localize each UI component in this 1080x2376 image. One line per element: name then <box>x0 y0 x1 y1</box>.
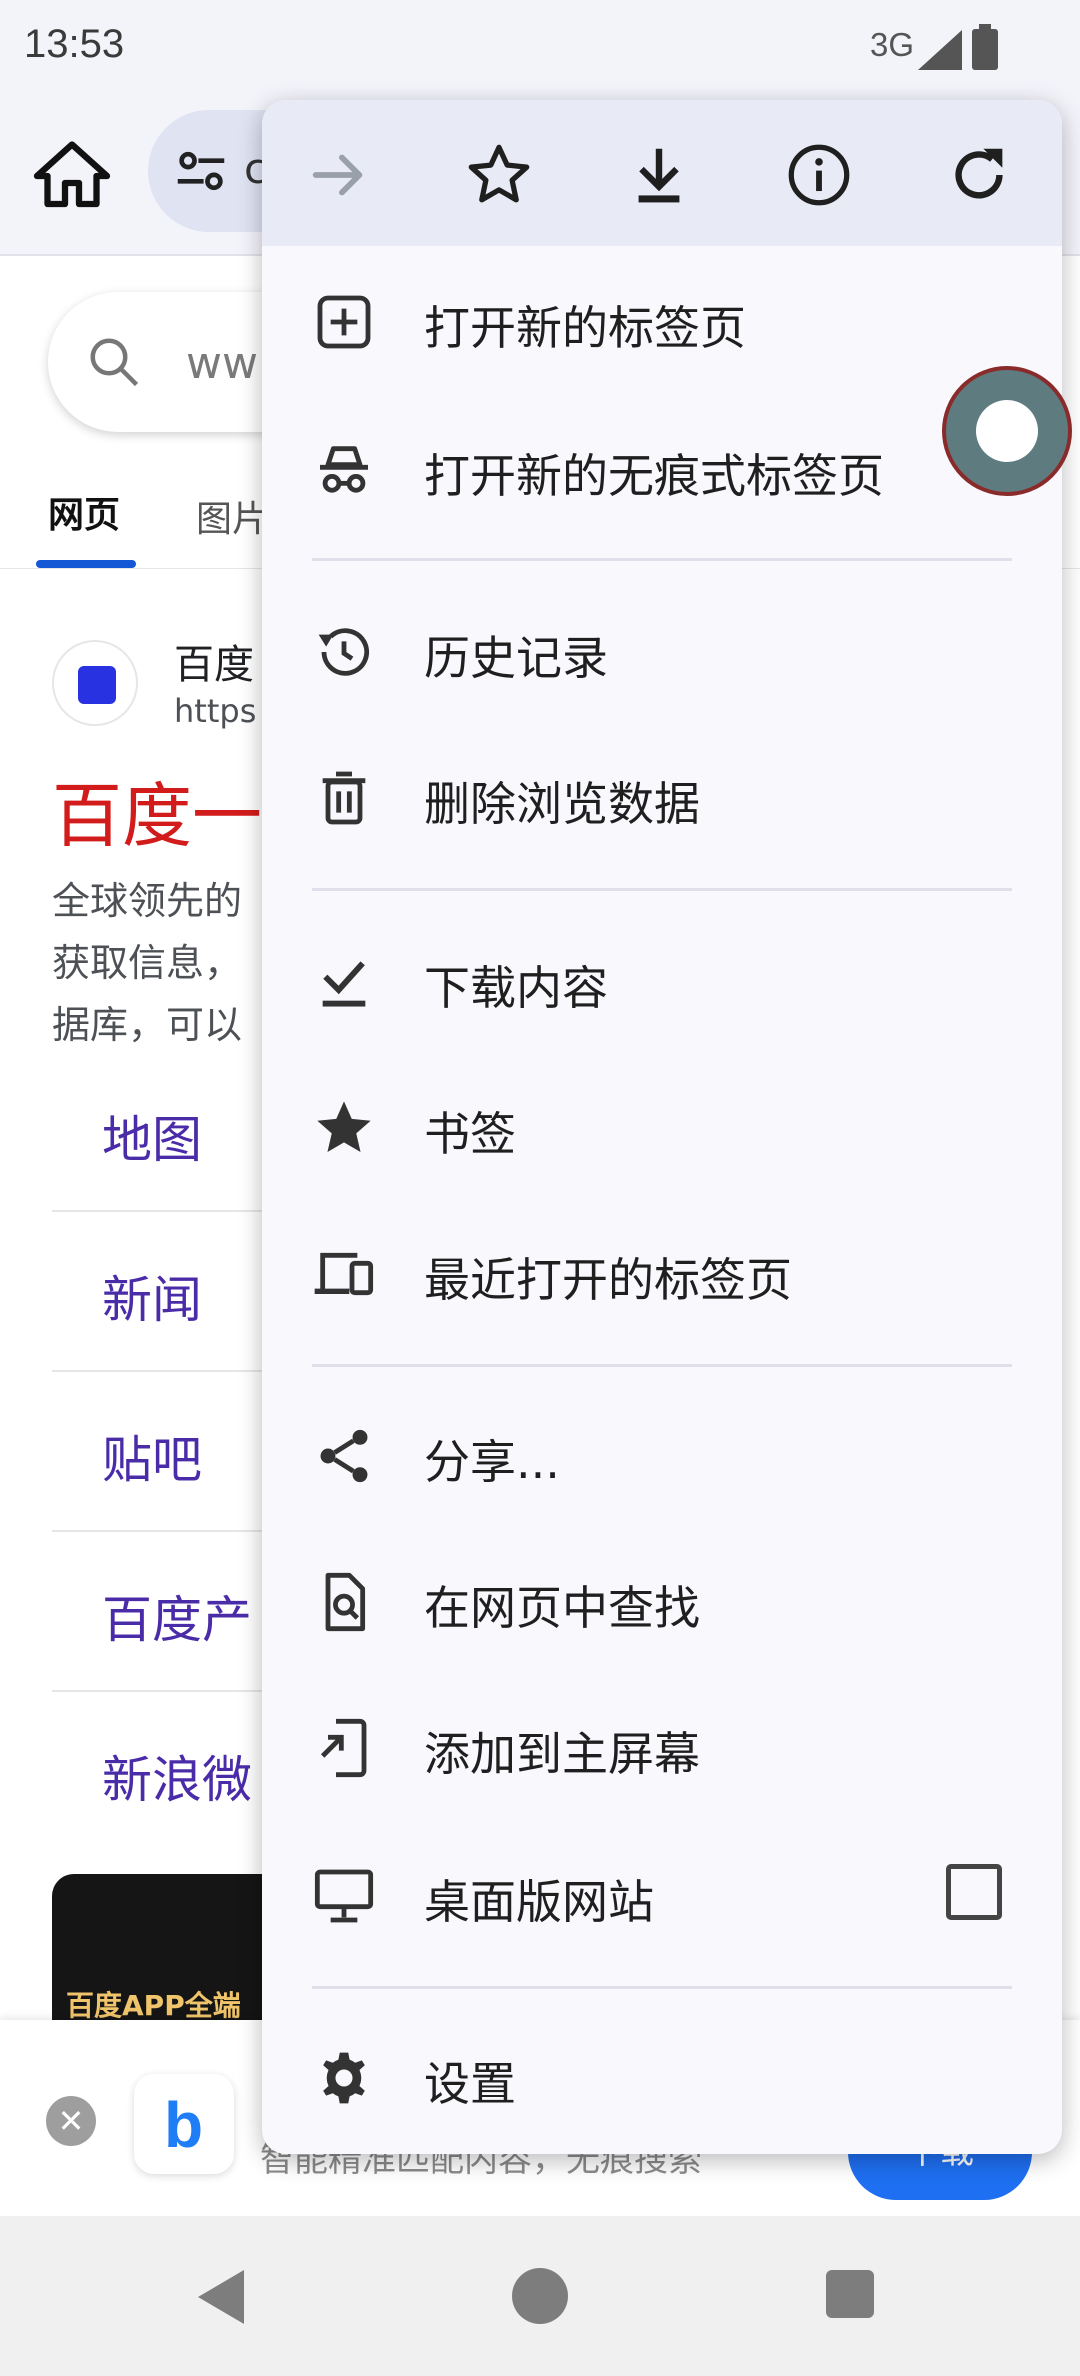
home-icon[interactable] <box>30 134 114 218</box>
desktop-site-checkbox[interactable] <box>946 1864 1002 1920</box>
sitelink-label: 百度产 <box>102 1591 252 1649</box>
sitelink-map[interactable]: 地图 <box>52 1052 272 1212</box>
logo-letter: b <box>164 2089 204 2161</box>
close-icon[interactable]: ✕ <box>46 2096 96 2146</box>
share-icon <box>320 1429 368 1483</box>
result-favicon <box>52 640 138 726</box>
desktop-icon <box>314 1869 374 1923</box>
search-icon <box>90 338 139 387</box>
menu-label: 分享... <box>424 1435 560 1489</box>
snippet-line: 全球领先的 <box>52 879 243 923</box>
menu-find-in-page[interactable]: 在网页中查找 <box>262 1542 1062 1662</box>
bookmark-star-icon[interactable] <box>464 140 534 210</box>
menu-label: 桌面版网站 <box>424 1875 654 1929</box>
sitelink-label: 新浪微 <box>102 1751 252 1809</box>
snippet-line: 据库，可以 <box>52 1003 243 1047</box>
star-icon <box>317 1101 371 1152</box>
result-url[interactable]: https <box>174 692 256 730</box>
system-nav-bar <box>0 2216 1080 2376</box>
download-icon[interactable] <box>624 140 694 210</box>
forward-icon[interactable] <box>304 140 374 210</box>
menu-bookmarks[interactable]: 书签 <box>262 1068 1062 1188</box>
menu-label: 打开新的标签页 <box>424 301 746 355</box>
signal-icon <box>918 30 962 70</box>
menu-label: 书签 <box>424 1107 516 1161</box>
menu-label: 历史记录 <box>424 631 608 685</box>
devices-icon <box>314 1252 374 1296</box>
tab-web[interactable]: 网页 <box>48 486 120 538</box>
network-type: 3G <box>870 26 915 63</box>
sitelink-tieba[interactable]: 贴吧 <box>52 1372 272 1532</box>
menu-divider <box>312 888 1012 891</box>
result-title[interactable]: 百度一 <box>52 760 262 861</box>
recents-icon[interactable] <box>826 2270 874 2318</box>
image-caption: 百度APP全端 <box>66 1989 241 2022</box>
menu-new-tab[interactable]: 打开新的标签页 <box>262 262 1062 382</box>
history-icon <box>318 628 370 676</box>
back-icon[interactable] <box>198 2270 244 2324</box>
menu-label: 设置 <box>424 2057 516 2111</box>
menu-label: 删除浏览数据 <box>424 777 700 831</box>
gear-icon <box>323 2052 365 2104</box>
menu-label: 最近打开的标签页 <box>424 1253 792 1307</box>
new-tab-icon <box>317 295 371 349</box>
result-image[interactable]: 百度APP全端 <box>52 1874 292 2024</box>
menu-divider <box>312 558 1012 561</box>
menu-label: 下载内容 <box>424 961 608 1015</box>
incognito-icon <box>320 446 368 493</box>
battery-icon <box>972 24 998 70</box>
menu-header <box>262 100 1062 246</box>
site-settings-icon[interactable] <box>170 140 232 202</box>
sitelink-news[interactable]: 新闻 <box>52 1212 272 1372</box>
result-site-name[interactable]: 百度 <box>174 632 254 690</box>
menu-clear-browsing-data[interactable]: 删除浏览数据 <box>262 738 1062 858</box>
sitelink-label: 地图 <box>102 1111 202 1169</box>
search-text: ww <box>186 338 258 389</box>
sitelink-products[interactable]: 百度产 <box>52 1532 272 1692</box>
menu-label: 打开新的无痕式标签页 <box>424 449 884 503</box>
overflow-menu: 打开新的标签页 打开新的无痕式标签页 历史记录 删除浏览数据 下载内容 书签 最… <box>262 100 1062 2154</box>
result-snippet: 全球领先的 获取信息， 据库，可以 <box>52 870 242 1056</box>
menu-share[interactable]: 分享... <box>262 1396 1062 1516</box>
sitelink-weibo[interactable]: 新浪微 <box>52 1692 272 1852</box>
menu-divider <box>312 1364 1012 1367</box>
active-tab-indicator <box>36 560 136 568</box>
add-to-home-icon <box>320 1718 367 1778</box>
touch-indicator <box>942 366 1072 496</box>
menu-add-to-home-screen[interactable]: 添加到主屏幕 <box>262 1688 1062 1808</box>
menu-divider <box>312 1986 1012 1989</box>
menu-label: 在网页中查找 <box>424 1581 700 1635</box>
bing-logo: b <box>134 2074 234 2174</box>
touch-indicator-center <box>976 400 1038 462</box>
status-bar: 13:53 3G <box>0 0 1080 96</box>
snippet-line: 获取信息， <box>52 941 243 985</box>
baidu-paw-icon <box>78 666 116 704</box>
menu-settings[interactable]: 设置 <box>262 2018 1062 2138</box>
find-in-page-icon <box>325 1572 366 1632</box>
info-icon[interactable] <box>784 140 854 210</box>
menu-label: 添加到主屏幕 <box>424 1727 700 1781</box>
menu-recent-tabs[interactable]: 最近打开的标签页 <box>262 1214 1062 1334</box>
sitelink-label: 贴吧 <box>102 1431 202 1489</box>
home-nav-icon[interactable] <box>512 2268 568 2324</box>
status-time: 13:53 <box>24 22 125 66</box>
menu-desktop-site[interactable]: 桌面版网站 <box>262 1836 1062 1956</box>
menu-history[interactable]: 历史记录 <box>262 592 1062 712</box>
downloads-check-icon <box>322 961 366 1007</box>
trash-icon <box>322 771 366 825</box>
reload-icon[interactable] <box>944 140 1014 210</box>
sitelink-label: 新闻 <box>102 1271 202 1329</box>
menu-downloads[interactable]: 下载内容 <box>262 922 1062 1042</box>
tab-images[interactable]: 图片 <box>196 490 268 542</box>
